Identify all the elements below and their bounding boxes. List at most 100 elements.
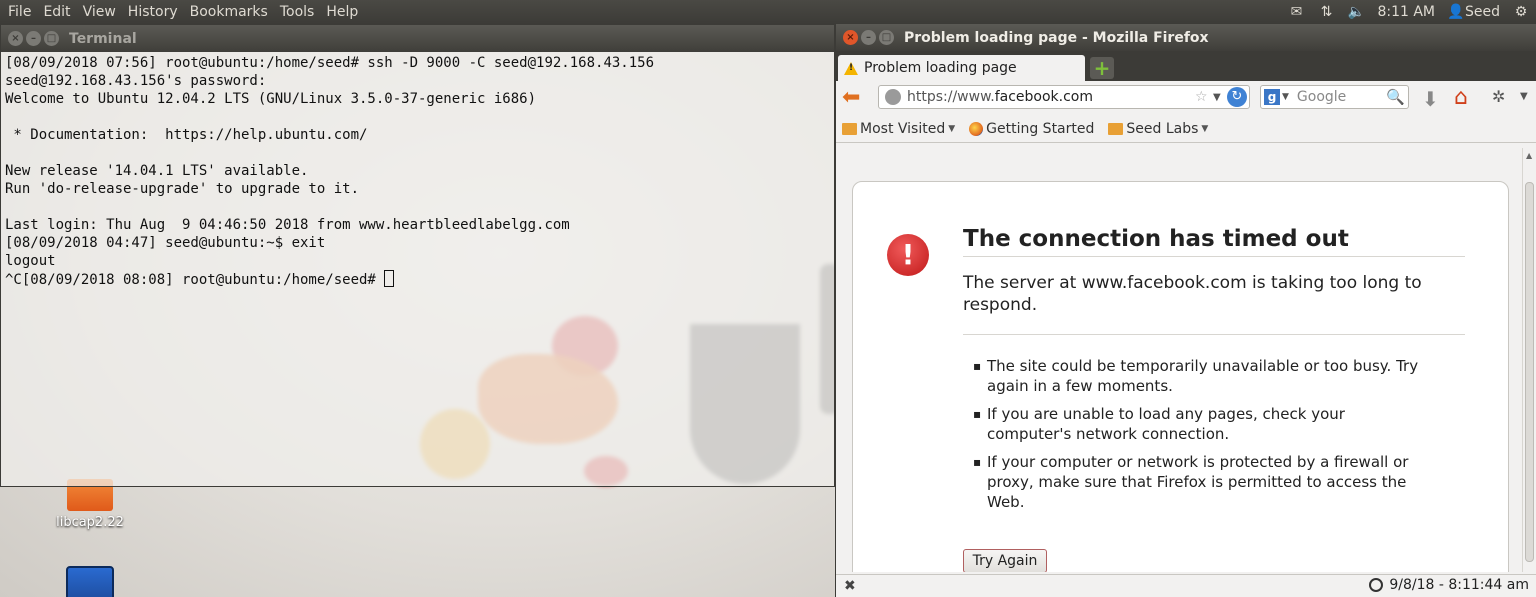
terminal-line: [08/09/2018 04:47] seed@ubuntu:~$ exit: [5, 235, 326, 251]
bookmark-star-icon[interactable]: ☆: [1195, 89, 1213, 105]
scroll-thumb[interactable]: [1525, 182, 1534, 562]
url-bar[interactable]: https://www.facebook.com ☆ ▼ ↻: [878, 85, 1250, 109]
bookmark-label: Most Visited: [860, 120, 946, 137]
list-item: The site could be temporarily unavailabl…: [963, 356, 1423, 396]
desktop-icon-wireshark[interactable]: [64, 566, 116, 597]
extension-icon[interactable]: ✲: [1492, 87, 1505, 106]
panel-clock[interactable]: 8:11 AM: [1377, 4, 1435, 20]
user-name: Seed: [1465, 4, 1500, 20]
close-icon[interactable]: ✖: [844, 578, 856, 594]
minimize-icon[interactable]: –: [861, 30, 876, 45]
home-icon[interactable]: ⌂: [1454, 85, 1468, 110]
volume-icon[interactable]: 🔈: [1347, 4, 1365, 20]
terminal-line: Welcome to Ubuntu 12.04.2 LTS (GNU/Linux…: [5, 91, 537, 107]
clock-icon: [1369, 578, 1384, 592]
back-button[interactable]: ⬅: [842, 86, 868, 110]
tab-bar: Problem loading page +: [836, 51, 1536, 81]
tab-problem-loading[interactable]: Problem loading page: [838, 55, 1085, 81]
top-panel: File Edit View History Bookmarks Tools H…: [0, 0, 1536, 24]
status-clock: 9/8/18 - 8:11:44 am: [1369, 577, 1529, 593]
status-time-text: 9/8/18 - 8:11:44 am: [1389, 577, 1529, 593]
firefox-window[interactable]: × – □ Problem loading page - Mozilla Fir…: [835, 24, 1536, 597]
terminal-line: [08/09/2018 07:56] root@ubuntu:/home/see…: [5, 55, 655, 71]
bookmark-getting-started[interactable]: Getting Started: [969, 121, 1094, 137]
terminal-prompt-line[interactable]: ^C[08/09/2018 08:08] root@ubuntu:/home/s…: [5, 270, 830, 289]
chevron-down-icon[interactable]: ▼: [1213, 92, 1227, 103]
folder-icon: [1108, 122, 1124, 135]
bookmark-most-visited[interactable]: Most Visited ▼: [842, 121, 955, 137]
menu-view[interactable]: View: [77, 0, 122, 24]
error-card: ! The connection has timed out The serve…: [852, 181, 1509, 572]
chevron-down-icon: ▼: [1201, 123, 1209, 134]
terminal-output[interactable]: [08/09/2018 07:56] root@ubuntu:/home/see…: [1, 52, 834, 291]
list-item: If your computer or network is protected…: [963, 452, 1423, 512]
download-icon[interactable]: ⬇: [1422, 87, 1439, 111]
menu-history[interactable]: History: [122, 0, 184, 24]
new-tab-button[interactable]: +: [1090, 57, 1114, 79]
terminal-titlebar[interactable]: × – □ Terminal: [1, 25, 834, 52]
navigation-toolbar: ⬅ https://www.facebook.com ☆ ▼ ↻ g ▼ Goo…: [836, 81, 1536, 115]
bookmark-label: Seed Labs: [1126, 120, 1199, 137]
gear-icon[interactable]: ⚙: [1512, 4, 1530, 20]
chevron-down-icon[interactable]: ▼: [1282, 92, 1289, 102]
panel-indicators: ✉ ⇅ 🔈 8:11 AM 👤Seed ⚙: [1287, 0, 1536, 24]
menu-tools[interactable]: Tools: [274, 0, 321, 24]
close-icon[interactable]: ×: [8, 31, 23, 46]
url-text[interactable]: https://www.facebook.com: [907, 89, 1195, 105]
terminal-line: seed@192.168.43.156's password:: [5, 73, 267, 89]
maximize-icon[interactable]: □: [879, 30, 894, 45]
search-icon[interactable]: 🔍: [1386, 88, 1405, 106]
terminal-line: * Documentation: https://help.ubuntu.com…: [5, 127, 368, 143]
terminal-line: Last login: Thu Aug 9 04:46:50 2018 from…: [5, 217, 570, 233]
firefox-window-title: Problem loading page - Mozilla Firefox: [904, 29, 1209, 46]
bookmark-seed-labs[interactable]: Seed Labs ▼: [1108, 121, 1208, 137]
wireshark-icon: [66, 566, 114, 597]
google-icon[interactable]: g: [1264, 89, 1280, 105]
terminal-prompt: ^C[08/09/2018 08:08] root@ubuntu:/home/s…: [5, 272, 385, 288]
minimize-icon[interactable]: –: [26, 31, 41, 46]
error-suggestions: The site could be temporarily unavailabl…: [963, 356, 1423, 520]
error-title: The connection has timed out: [963, 226, 1465, 257]
close-icon[interactable]: ×: [843, 30, 858, 45]
menu-edit[interactable]: Edit: [37, 0, 76, 24]
folder-icon: [842, 122, 857, 135]
menu-file[interactable]: File: [2, 0, 37, 24]
terminal-cursor: [384, 270, 395, 287]
status-bar: ✖ 9/8/18 - 8:11:44 am: [836, 574, 1536, 597]
firefox-icon: [969, 121, 984, 136]
back-arrow-icon: ⬅: [842, 85, 861, 110]
try-again-button[interactable]: Try Again: [963, 549, 1047, 572]
error-description: The server at www.facebook.com is taking…: [963, 272, 1465, 335]
tab-label: Problem loading page: [864, 60, 1017, 76]
chevron-down-icon: ▼: [948, 123, 956, 134]
menu-bar: File Edit View History Bookmarks Tools H…: [0, 0, 364, 24]
search-placeholder: Google: [1296, 89, 1347, 105]
terminal-window[interactable]: × – □ Terminal [08/09/2018 07:56] root@u…: [0, 24, 835, 487]
user-icon: 👤: [1447, 4, 1465, 20]
warning-icon: [844, 61, 858, 75]
url-domain: facebook.com: [994, 89, 1093, 105]
terminal-line: logout: [5, 253, 56, 269]
firefox-titlebar[interactable]: × – □ Problem loading page - Mozilla Fir…: [836, 24, 1536, 51]
menu-help[interactable]: Help: [320, 0, 364, 24]
vertical-scrollbar[interactable]: ▲: [1522, 148, 1536, 572]
terminal-title: Terminal: [69, 30, 137, 47]
search-bar[interactable]: g ▼ Google 🔍: [1260, 85, 1409, 109]
chevron-down-icon[interactable]: ▼: [1520, 91, 1528, 102]
plus-icon: +: [1093, 56, 1111, 80]
list-item: If you are unable to load any pages, che…: [963, 404, 1423, 444]
mail-icon[interactable]: ✉: [1287, 4, 1305, 20]
chevron-up-icon[interactable]: ▲: [1526, 151, 1532, 160]
maximize-icon[interactable]: □: [44, 31, 59, 46]
globe-icon: [885, 89, 901, 105]
network-icon[interactable]: ⇅: [1317, 4, 1335, 20]
user-menu[interactable]: 👤Seed: [1447, 4, 1500, 20]
reload-icon[interactable]: ↻: [1227, 87, 1247, 107]
bookmark-label: Getting Started: [986, 120, 1095, 137]
url-prefix: https://www.: [907, 89, 995, 105]
menu-bookmarks[interactable]: Bookmarks: [184, 0, 274, 24]
error-icon: !: [887, 234, 929, 276]
